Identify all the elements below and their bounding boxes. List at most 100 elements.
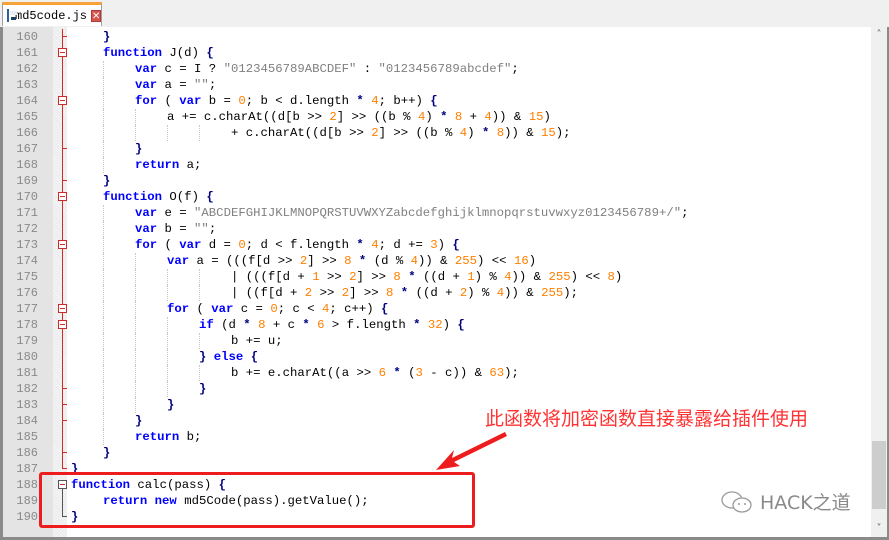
fold-toggle-icon[interactable] [58,48,67,57]
fold-end-marker [62,468,67,469]
indent-guide [135,381,136,397]
line-number: 177 [16,302,38,316]
code-line[interactable]: 160} [3,29,863,45]
code-line[interactable]: 163 var a = ""; [3,77,863,93]
indent-guide [135,125,136,141]
code-line[interactable]: 165 a += c.charAt((d[b >> 2] >> ((b % 4) … [3,109,863,125]
code-text: a += c.charAt((d[b >> 2] >> ((b % 4) * 8… [167,110,551,124]
code-line[interactable]: 167} [3,141,863,157]
code-text: for ( var d = 0; d < f.length * 4; d += … [135,238,460,252]
code-line[interactable]: 176 | ((f[d + 2 >> 2] >> 8 * ((d + 2) % 4… [3,285,863,301]
fold-line [62,61,63,77]
fold-toggle-icon[interactable] [58,96,67,105]
fold-end-marker [62,388,67,389]
code-line[interactable]: 177 for ( var c = 0; c < 4; c++) { [3,301,863,317]
code-line[interactable]: 171 var e = "ABCDEFGHIJKLMNOPQRSTUVWXYZab… [3,205,863,221]
code-text: var c = I ? "0123456789ABCDEF" : "012345… [135,62,519,76]
code-text: | (((f[d + 1 >> 2] >> 8 * ((d + 1) % 4))… [231,270,623,284]
indent-guide [135,301,136,317]
code-text: function O(f) { [103,190,214,204]
indent-guide [199,125,200,141]
fold-line [62,157,63,173]
close-icon[interactable]: ✕ [91,9,102,22]
fold-end-marker [62,420,67,421]
indent-guide [103,125,104,141]
code-line[interactable]: 181 b += e.charAt((a >> 6 * (3 - c)) & 63… [3,365,863,381]
code-line[interactable]: 164 for ( var b = 0; b < d.length * 4; b+… [3,93,863,109]
code-line[interactable]: 172 var b = ""; [3,221,863,237]
code-line[interactable]: 170 function O(f) { [3,189,863,205]
fold-line [62,285,63,301]
line-number: 189 [16,494,38,508]
fold-end-marker [62,36,67,37]
indent-guide [199,269,200,285]
code-line[interactable]: 175 | (((f[d + 1 >> 2] >> 8 * ((d + 1) % … [3,269,863,285]
code-line[interactable]: 166 + c.charAt((d[b >> 2] >> ((b % 4) * 8… [3,125,863,141]
indent-guide [103,381,104,397]
fold-toggle-icon[interactable] [58,304,67,313]
fold-line [62,381,63,397]
code-line[interactable]: 178 if (d * 8 + c * 6 > f.length * 32) { [3,317,863,333]
code-text: | ((f[d + 2 >> 2] >> 8 * ((d + 2) % 4)) … [231,286,578,300]
save-icon [7,9,17,22]
code-line[interactable]: 179 b += u; [3,333,863,349]
code-line[interactable]: 161 function J(d) { [3,45,863,61]
fold-end-marker [62,180,67,181]
code-line[interactable]: 162 var c = I ? "0123456789ABCDEF" : "012… [3,61,863,77]
indent-guide [135,333,136,349]
annotation-text: 此函数将加密函数直接暴露给插件使用 [485,408,809,430]
fold-line [62,221,63,237]
watermark-text: HACK之道 [760,492,851,514]
indent-guide [103,61,104,77]
code-text: } [103,446,111,460]
indent-guide [103,237,104,253]
indent-guide [103,413,104,429]
scroll-thumb[interactable] [872,441,886,509]
fold-line [62,29,63,45]
code-line[interactable]: 173 for ( var d = 0; d < f.length * 4; d … [3,237,863,253]
indent-guide [103,397,104,413]
code-text: for ( var b = 0; b < d.length * 4; b++) … [135,94,438,108]
indent-guide [103,157,104,173]
tab-md5code[interactable]: md5code.js ✕ [2,2,102,26]
code-text: return b; [135,430,202,444]
code-text: var e = "ABCDEFGHIJKLMNOPQRSTUVWXYZabcde… [135,206,689,220]
line-number: 169 [16,174,38,188]
wechat-icon [721,490,752,513]
code-line[interactable]: 169} [3,173,863,189]
line-number: 180 [16,350,38,364]
code-text: b += e.charAt((a >> 6 * (3 - c)) & 63); [231,366,519,380]
fold-line [62,173,63,189]
fold-line [62,269,63,285]
scroll-up-icon[interactable]: ˄ [871,27,887,43]
indent-guide [167,269,168,285]
indent-guide [135,285,136,301]
line-number: 188 [16,478,38,492]
fold-line [62,413,63,429]
code-text: } [135,142,143,156]
line-number: 164 [16,94,38,108]
indent-guide [167,317,168,333]
indent-guide [103,333,104,349]
line-number: 176 [16,286,38,300]
vertical-scrollbar[interactable]: ˄ ˅ [871,27,887,537]
code-line[interactable]: 168 return a; [3,157,863,173]
scroll-down-icon[interactable]: ˅ [871,521,887,537]
fold-toggle-icon[interactable] [58,320,67,329]
code-text: } else { [199,350,259,364]
code-line[interactable]: 180 } else { [3,349,863,365]
line-number: 172 [16,222,38,236]
indent-guide [135,365,136,381]
line-number: 179 [16,334,38,348]
fold-toggle-icon[interactable] [58,192,67,201]
code-line[interactable]: 174 var a = (((f[d >> 2] >> 8 * (d % 4)) … [3,253,863,269]
line-number: 170 [16,190,38,204]
indent-guide [103,253,104,269]
fold-line [62,429,63,445]
code-text: return a; [135,158,202,172]
code-line[interactable]: 182} [3,381,863,397]
code-text: if (d * 8 + c * 6 > f.length * 32) { [199,318,465,332]
indent-guide [167,333,168,349]
indent-guide [103,301,104,317]
fold-toggle-icon[interactable] [58,240,67,249]
